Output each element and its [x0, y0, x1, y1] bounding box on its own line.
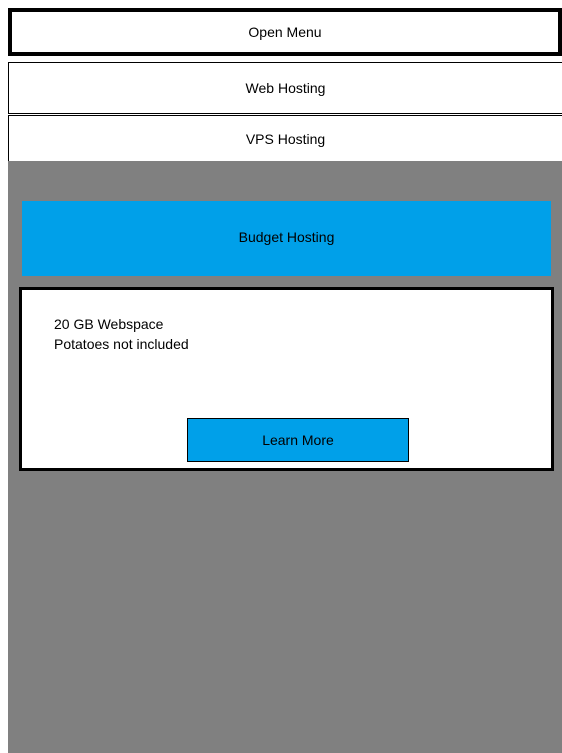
feature-item: 20 GB Webspace: [54, 316, 164, 332]
feature-item: Potatoes not included: [54, 336, 189, 352]
learn-more-button[interactable]: Learn More: [187, 418, 409, 462]
plan-title: Budget Hosting: [238, 228, 335, 245]
feature-list: 20 GB Webspace Potatoes not included: [54, 314, 189, 354]
plan-card-body: 20 GB Webspace Potatoes not included Lea…: [19, 287, 554, 471]
content-area: Budget Hosting 20 GB Webspace Potatoes n…: [8, 161, 562, 753]
menu-item-vps-hosting[interactable]: VPS Hosting: [8, 115, 562, 161]
plan-card-header: Budget Hosting: [22, 201, 551, 276]
open-menu-label: Open Menu: [248, 24, 322, 40]
open-menu-button[interactable]: Open Menu: [8, 8, 562, 56]
menu-item-web-hosting[interactable]: Web Hosting: [8, 62, 562, 114]
menu-item-label: Web Hosting: [245, 80, 326, 96]
learn-more-label: Learn More: [262, 432, 334, 448]
menu-item-label: VPS Hosting: [245, 130, 326, 147]
